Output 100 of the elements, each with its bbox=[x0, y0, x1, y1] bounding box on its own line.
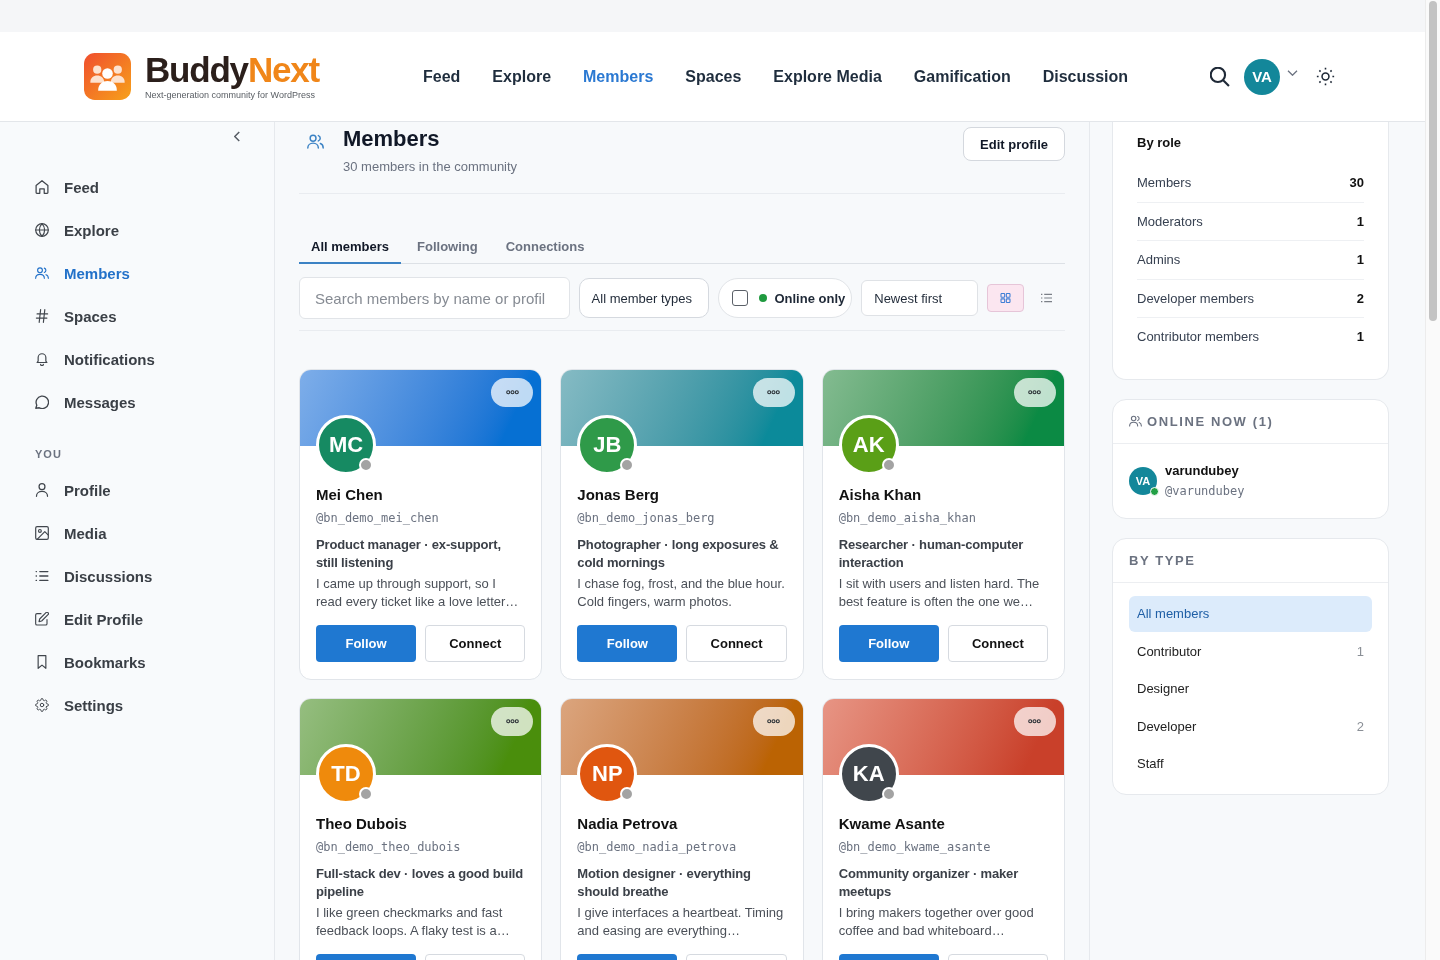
type-label: Contributor bbox=[1137, 643, 1202, 659]
type-label: Designer bbox=[1137, 681, 1190, 696]
search-field[interactable]: Search members by name or profil bbox=[299, 277, 570, 319]
sidebar-item[interactable]: Messages bbox=[35, 380, 136, 424]
user-name[interactable]: varundubey bbox=[1165, 461, 1239, 480]
secondary-button[interactable]: Connect bbox=[686, 625, 787, 662]
type-count: 2 bbox=[1356, 718, 1364, 734]
member-handle: @bn_demo_nadia_petrova bbox=[577, 839, 737, 855]
edit-profile-button[interactable]: Edit profile bbox=[963, 127, 1065, 161]
member-name[interactable]: Theo Dubois bbox=[316, 814, 407, 834]
more-button[interactable] bbox=[752, 707, 795, 736]
sidebar-item[interactable]: Profile bbox=[35, 468, 111, 512]
logo-icon[interactable] bbox=[84, 53, 131, 100]
sidebar-item[interactable]: Spaces bbox=[35, 294, 117, 338]
primary-button[interactable]: Follow bbox=[577, 625, 678, 662]
type-filter-item[interactable]: Designer bbox=[1129, 670, 1372, 707]
member-name[interactable]: Aisha Khan bbox=[838, 485, 922, 505]
member-name[interactable]: Jonas Berg bbox=[577, 485, 660, 505]
role-label: Admins bbox=[1137, 252, 1181, 268]
type-filter-item[interactable]: Contributor 1 bbox=[1129, 633, 1372, 669]
user-avatar-button[interactable]: VA bbox=[1244, 58, 1280, 95]
theme-toggle-button[interactable] bbox=[1316, 67, 1335, 86]
home-icon bbox=[35, 180, 49, 194]
secondary-button[interactable]: Connect bbox=[425, 625, 526, 662]
tab[interactable]: All members bbox=[299, 230, 402, 264]
nav-link[interactable]: Gamification bbox=[913, 66, 1011, 87]
page-subtitle: 30 members in the community bbox=[343, 158, 518, 176]
ellipsis-icon bbox=[767, 719, 781, 724]
card-title: By role bbox=[1137, 134, 1182, 152]
sidebar-item[interactable]: Members bbox=[35, 251, 130, 295]
secondary-button[interactable]: Connect bbox=[947, 625, 1048, 662]
more-button[interactable] bbox=[1014, 378, 1056, 407]
card-title: ONLINE NOW (1) bbox=[1147, 413, 1274, 429]
more-button[interactable] bbox=[491, 378, 534, 407]
nav-link[interactable]: Discussion bbox=[1042, 66, 1129, 87]
role-count: 2 bbox=[1356, 290, 1364, 306]
nav-link[interactable]: Spaces bbox=[685, 66, 742, 87]
member-type-select[interactable]: All member types bbox=[578, 278, 710, 318]
user-handle: @varundubey bbox=[1165, 482, 1245, 500]
member-handle: @bn_demo_kwame_asante bbox=[838, 839, 991, 855]
status-dot bbox=[759, 294, 768, 302]
type-filter-item[interactable]: Developer 2 bbox=[1129, 708, 1372, 744]
users-icon bbox=[307, 134, 324, 149]
avatar[interactable]: VA bbox=[1129, 466, 1157, 495]
scrollbar-thumb[interactable] bbox=[1429, 1, 1437, 321]
member-bio: I sit with users and listen hard. The best feature is often the one we… bbox=[838, 575, 1041, 611]
user-icon bbox=[35, 483, 49, 497]
type-count: 1 bbox=[1356, 643, 1364, 659]
sidebar-item[interactable]: Settings bbox=[35, 683, 124, 727]
nav-link[interactable]: Explore bbox=[492, 66, 552, 87]
settings-icon bbox=[35, 698, 49, 712]
page-title: Members bbox=[343, 126, 440, 152]
sidebar-item[interactable]: Edit Profile bbox=[35, 597, 144, 641]
online-only-toggle[interactable]: Online only bbox=[718, 278, 853, 318]
sidebar-item[interactable]: Bookmarks bbox=[35, 640, 146, 684]
more-button[interactable] bbox=[1014, 707, 1056, 736]
caret-icon[interactable] bbox=[1287, 69, 1298, 76]
sidebar-item[interactable]: Notifications bbox=[35, 337, 155, 381]
type-filter-item[interactable]: Staff bbox=[1129, 745, 1372, 782]
sidebar-item[interactable]: Discussions bbox=[35, 554, 153, 598]
member-handle: @bn_demo_jonas_berg bbox=[577, 510, 715, 526]
grid-view-button[interactable] bbox=[987, 284, 1025, 312]
bookmark-icon bbox=[35, 655, 49, 669]
ellipsis-icon bbox=[1028, 719, 1042, 724]
member-bio: I chase fog, frost, and the blue hour. Cold fingers, warm photos. bbox=[577, 575, 786, 611]
ellipsis-icon bbox=[767, 390, 781, 395]
nav-link[interactable]: Explore Media bbox=[773, 66, 882, 87]
more-button[interactable] bbox=[752, 378, 795, 407]
card-title: BY TYPE bbox=[1129, 552, 1196, 568]
bell-icon bbox=[35, 352, 49, 366]
tab[interactable]: Connections bbox=[493, 230, 597, 264]
tab[interactable]: Following bbox=[405, 230, 490, 264]
sidebar-item[interactable]: Feed bbox=[35, 165, 99, 209]
member-bio: I give interfaces a heartbeat. Timing and easing are everything… bbox=[577, 904, 785, 940]
type-label: All members bbox=[1137, 606, 1210, 621]
member-tagline: Researcher · human-computer interaction bbox=[838, 536, 1025, 572]
search-button[interactable] bbox=[1210, 66, 1230, 87]
more-button[interactable] bbox=[491, 707, 534, 736]
sidebar-item[interactable]: Explore bbox=[35, 208, 120, 252]
member-name[interactable]: Nadia Petrova bbox=[577, 814, 678, 834]
role-label: Members bbox=[1137, 174, 1192, 190]
scrollbar-track[interactable] bbox=[1425, 0, 1440, 960]
checkbox[interactable] bbox=[732, 290, 749, 306]
section-heading: YOU bbox=[35, 447, 62, 461]
sidebar-item[interactable]: Media bbox=[35, 511, 107, 555]
primary-button[interactable]: Follow bbox=[838, 625, 939, 662]
member-tagline: Product manager · ex-support, still listening bbox=[316, 536, 502, 572]
member-tagline: Photographer · long exposures & cold mornings bbox=[577, 536, 780, 572]
type-filter-item[interactable]: All members bbox=[1129, 595, 1372, 632]
nav-link[interactable]: Feed bbox=[423, 66, 461, 87]
role-label: Contributor members bbox=[1137, 329, 1260, 345]
member-name[interactable]: Mei Chen bbox=[316, 485, 383, 505]
type-label: Developer bbox=[1137, 718, 1197, 734]
sort-select[interactable]: Newest first bbox=[861, 280, 979, 316]
globe-icon bbox=[35, 223, 49, 237]
member-name[interactable]: Kwame Asante bbox=[838, 814, 945, 834]
type-label: Staff bbox=[1137, 756, 1164, 771]
primary-button[interactable]: Follow bbox=[316, 625, 417, 662]
nav-link[interactable]: Members bbox=[583, 66, 654, 87]
tagline: Next-generation community for WordPress bbox=[145, 89, 315, 101]
